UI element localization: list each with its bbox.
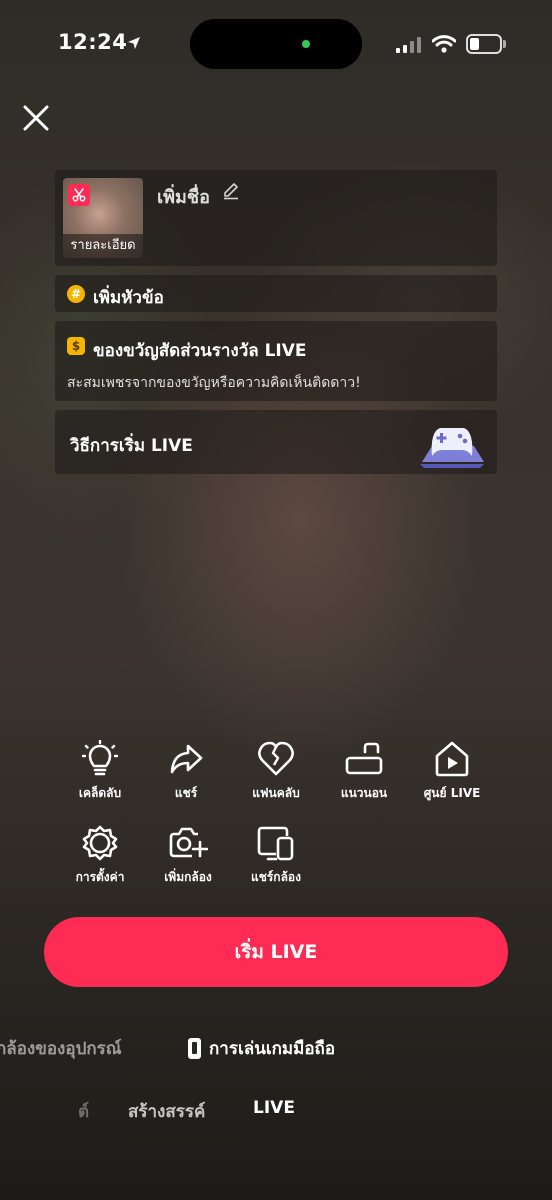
mode-tab-left-partial[interactable]: ต์ bbox=[78, 1098, 89, 1125]
mobile-game-label: การเล่นเกมมือถือ bbox=[209, 1039, 336, 1059]
add-camera-icon bbox=[169, 827, 208, 858]
share-camera-button[interactable]: แชร์กล้อง bbox=[236, 824, 316, 887]
scissors-icon[interactable] bbox=[68, 184, 90, 206]
close-button[interactable] bbox=[20, 102, 52, 134]
fan-club-label: แฟนคลับ bbox=[252, 786, 300, 800]
settings-icon bbox=[82, 825, 118, 861]
settings-button[interactable]: การตั้งค่า bbox=[60, 824, 140, 887]
hashtag-icon: # bbox=[67, 285, 85, 303]
settings-label: การตั้งค่า bbox=[75, 870, 125, 884]
mode-tab-live[interactable]: LIVE bbox=[253, 1098, 295, 1118]
share-camera-label: แชร์กล้อง bbox=[250, 870, 301, 884]
cellular-signal-icon bbox=[396, 37, 422, 57]
share-icon bbox=[170, 744, 203, 774]
mobile-game-option[interactable]: การเล่นเกมมือถือ bbox=[188, 1035, 335, 1062]
add-camera-button[interactable]: เพิ่มกล้อง bbox=[148, 824, 228, 887]
add-title-field[interactable]: เพิ่มชื่อ bbox=[157, 182, 210, 211]
pencil-icon[interactable] bbox=[222, 182, 240, 204]
location-arrow-icon bbox=[127, 35, 141, 54]
close-icon bbox=[23, 105, 49, 131]
tips-button[interactable]: เคล็ดลับ bbox=[60, 740, 140, 803]
dynamic-island bbox=[190, 19, 362, 69]
add-camera-label: เพิ่มกล้อง bbox=[164, 870, 212, 884]
tips-label: เคล็ดลับ bbox=[78, 786, 122, 800]
how-to-live-label: วิธีการเริ่ม LIVE bbox=[70, 436, 193, 456]
cover-image[interactable]: รายละเอียด bbox=[63, 178, 143, 258]
landscape-label: แนวนอน bbox=[340, 786, 388, 800]
device-camera-label: กล้องของอุปกรณ์ bbox=[0, 1039, 122, 1059]
status-time: 12:24 bbox=[58, 30, 128, 54]
phone-icon bbox=[188, 1038, 201, 1059]
battery-icon bbox=[466, 34, 502, 54]
wifi-icon bbox=[431, 34, 457, 58]
camera-indicator-dot bbox=[302, 40, 310, 48]
game-controller-illustration-icon bbox=[418, 418, 486, 474]
fan-club-button[interactable]: แฟนคลับ bbox=[236, 740, 316, 803]
gift-rewards-description: สะสมเพชรจากของขวัญหรือความคิดเห็นติดดาว! bbox=[67, 375, 361, 391]
live-center-icon bbox=[435, 741, 469, 777]
device-camera-option[interactable]: กล้องของอุปกรณ์ bbox=[0, 1035, 122, 1062]
lightbulb-icon bbox=[82, 740, 118, 776]
cover-details-label: รายละเอียด bbox=[63, 234, 143, 258]
share-button[interactable]: แชร์ bbox=[146, 740, 226, 803]
heart-icon bbox=[258, 741, 294, 776]
landscape-button[interactable]: แนวนอน bbox=[324, 740, 404, 803]
share-label: แชร์ bbox=[174, 786, 198, 800]
start-live-button[interactable]: เริ่ม LIVE bbox=[44, 917, 508, 987]
mode-tab-create[interactable]: สร้างสรรค์ bbox=[128, 1098, 205, 1125]
landscape-icon bbox=[345, 742, 383, 775]
gift-rewards-title: ของขวัญสัดส่วนรางวัล LIVE bbox=[93, 341, 307, 361]
coin-icon: $ bbox=[67, 337, 85, 355]
live-center-button[interactable]: ศูนย์ LIVE bbox=[412, 740, 492, 803]
battery-nub bbox=[503, 40, 506, 48]
live-center-label: ศูนย์ LIVE bbox=[423, 786, 481, 800]
add-topic-label[interactable]: เพิ่มหัวข้อ bbox=[93, 284, 164, 311]
share-camera-icon bbox=[257, 826, 294, 861]
